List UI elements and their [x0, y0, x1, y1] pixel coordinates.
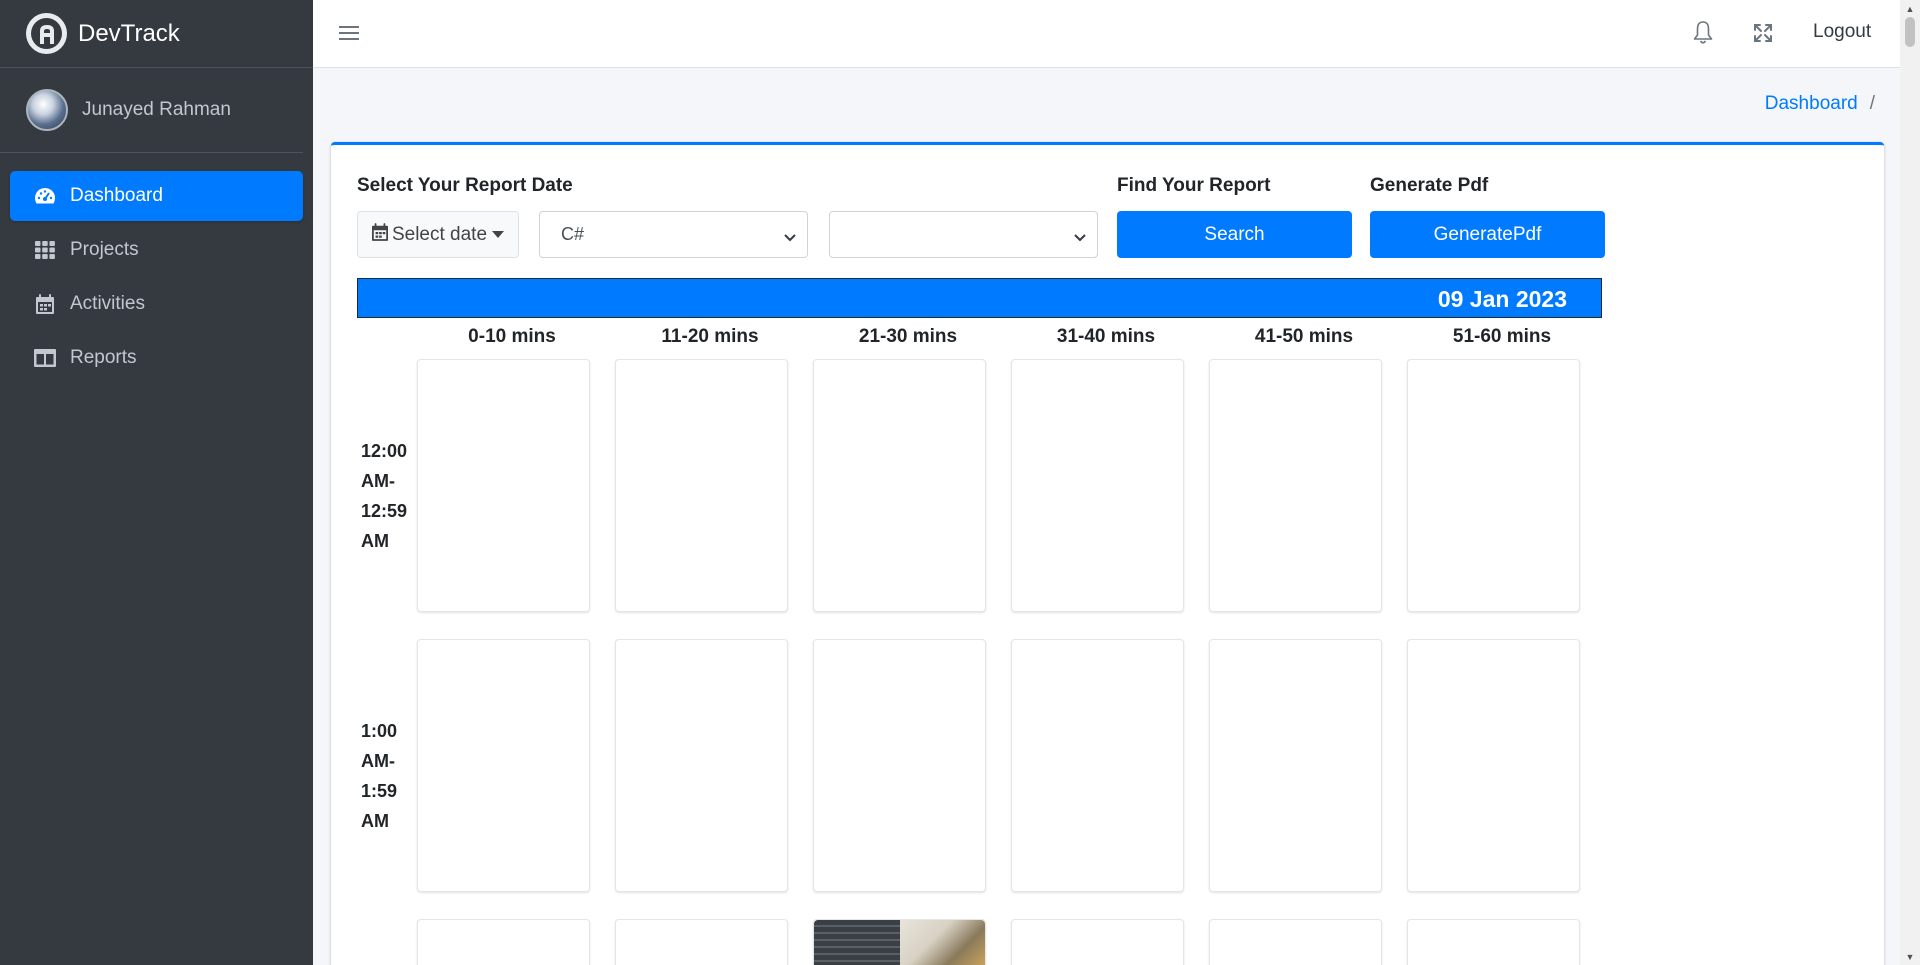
calendar-icon: [371, 222, 388, 247]
sidebar-item-projects[interactable]: Projects: [10, 225, 303, 275]
project-select-value: C#: [561, 224, 585, 244]
screenshot-cell[interactable]: [417, 639, 590, 892]
screenshot-cell[interactable]: [417, 919, 590, 965]
generate-pdf-label: Generate Pdf: [1370, 175, 1489, 196]
logout-link[interactable]: Logout: [1813, 21, 1871, 43]
screenshot-cell[interactable]: [1011, 639, 1184, 892]
sidebar-item-activities[interactable]: Activities: [10, 279, 303, 329]
date-picker-label: Select date: [391, 223, 488, 245]
brand-logo-icon: [26, 13, 67, 54]
report-date-banner: 09 Jan 2023: [357, 278, 1602, 318]
bell-icon[interactable]: [1691, 20, 1715, 46]
menu-toggle-icon[interactable]: [339, 22, 359, 44]
project-select[interactable]: C#: [539, 211, 808, 258]
page-scrollbar[interactable]: ▲ ▼: [1900, 0, 1920, 965]
dashboard-gauge-icon: [34, 185, 56, 207]
sidebar-item-label: Projects: [70, 239, 139, 260]
report-date-label: Select Your Report Date: [357, 175, 573, 196]
scroll-down-icon[interactable]: ▼: [1900, 948, 1920, 965]
screenshot-thumbnail[interactable]: [814, 920, 985, 965]
column-header: 21-30 mins: [858, 326, 958, 347]
calendar-icon: [34, 293, 56, 315]
screenshot-cell[interactable]: [1407, 359, 1580, 612]
caret-down-icon: [492, 231, 505, 238]
brand-name: DevTrack: [78, 19, 180, 47]
chevron-down-icon: [1073, 228, 1087, 249]
screenshot-cell[interactable]: [1011, 919, 1184, 965]
avatar: [26, 89, 68, 131]
columns-icon: [34, 347, 56, 369]
screenshot-cell[interactable]: [1407, 919, 1580, 965]
screenshot-cell[interactable]: [1209, 359, 1382, 612]
column-header: 51-60 mins: [1452, 326, 1552, 347]
report-date-text: 09 Jan 2023: [1437, 286, 1567, 312]
column-header: 31-40 mins: [1056, 326, 1156, 347]
sidebar-nav: Dashboard Projects Activities Reports: [0, 153, 313, 383]
column-header: 41-50 mins: [1254, 326, 1354, 347]
screenshot-cell[interactable]: [813, 359, 986, 612]
sidebar-item-label: Dashboard: [70, 185, 163, 206]
chevron-down-icon: [783, 228, 797, 249]
find-report-label: Find Your Report: [1117, 175, 1271, 196]
fullscreen-icon[interactable]: [1751, 21, 1775, 45]
screenshot-cell[interactable]: [1407, 639, 1580, 892]
screenshot-cell[interactable]: [1011, 359, 1184, 612]
breadcrumb-separator: /: [1869, 93, 1875, 114]
scroll-thumb[interactable]: [1905, 17, 1915, 47]
row-label: 1:00 AM- 1:59 AM: [361, 721, 398, 831]
breadcrumb: Dashboard /: [1765, 93, 1875, 115]
sidebar-item-dashboard[interactable]: Dashboard: [10, 171, 303, 221]
sidebar-item-label: Reports: [70, 347, 137, 368]
breadcrumb-dashboard-link[interactable]: Dashboard: [1765, 93, 1858, 115]
sidebar-item-label: Activities: [70, 293, 145, 314]
search-button[interactable]: Search: [1117, 211, 1352, 258]
column-header: 0-10 mins: [468, 326, 556, 347]
user-select[interactable]: [829, 211, 1098, 258]
generate-pdf-button[interactable]: GeneratePdf: [1370, 211, 1605, 258]
screenshot-cell[interactable]: [813, 639, 986, 892]
column-header: 11-20 mins: [661, 326, 759, 347]
top-navbar: Logout: [313, 0, 1900, 68]
scroll-up-icon[interactable]: ▲: [1900, 0, 1920, 17]
screenshot-cell[interactable]: [615, 919, 788, 965]
screenshot-cell[interactable]: [615, 359, 788, 612]
screenshot-cell[interactable]: [615, 639, 788, 892]
screenshot-cell[interactable]: [813, 919, 986, 965]
screenshot-cell[interactable]: [1209, 919, 1382, 965]
sidebar: DevTrack Junayed Rahman Dashboard Projec…: [0, 0, 313, 965]
sidebar-item-reports[interactable]: Reports: [10, 333, 303, 383]
screenshot-cell[interactable]: [417, 359, 590, 612]
user-panel[interactable]: Junayed Rahman: [0, 68, 303, 153]
screenshot-cell[interactable]: [1209, 639, 1382, 892]
date-picker-button[interactable]: Select date: [357, 211, 519, 258]
user-name: Junayed Rahman: [82, 99, 231, 120]
grid-icon: [34, 239, 56, 261]
brand-link[interactable]: DevTrack: [0, 0, 313, 68]
row-label: 12:00 AM- 12:59 AM: [361, 441, 408, 551]
